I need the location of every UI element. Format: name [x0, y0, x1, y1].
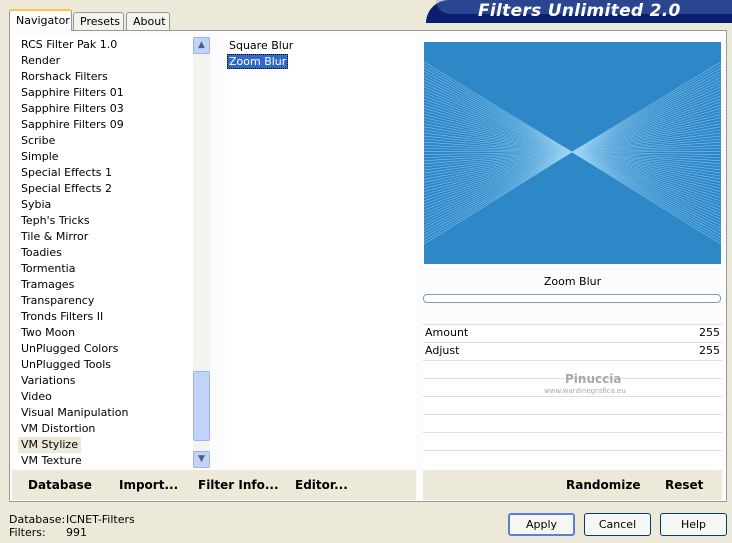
category-item[interactable]: Sapphire Filters 01 — [18, 85, 127, 101]
cancel-button[interactable]: Cancel — [584, 513, 651, 536]
filter-item[interactable]: Zoom Blur — [227, 54, 289, 69]
param-label: Amount — [425, 326, 469, 339]
database-button[interactable]: Database — [28, 478, 92, 492]
progress-bar — [423, 294, 721, 303]
category-item[interactable]: Tormentia — [18, 261, 78, 277]
category-list[interactable]: RCS Filter Pak 1.0 Render Rorshack Filters… — [15, 37, 193, 468]
scroll-up-button[interactable]: ▲ — [193, 37, 210, 54]
param-row-amount[interactable]: Amount 255 — [423, 325, 722, 343]
tab-about[interactable]: About — [126, 12, 170, 30]
category-item[interactable]: Special Effects 1 — [18, 165, 115, 181]
filter-info-button[interactable]: Filter Info... — [198, 478, 279, 492]
category-item[interactable]: Sybia — [18, 197, 54, 213]
category-item[interactable]: Tronds Filters II — [18, 309, 106, 325]
category-item[interactable]: Tramages — [18, 277, 77, 293]
category-item[interactable]: Variations — [18, 373, 79, 389]
filter-item[interactable]: Square Blur — [227, 38, 295, 53]
category-item[interactable]: Tile & Mirror — [18, 229, 91, 245]
category-item[interactable]: Visual Manipulation — [18, 405, 131, 421]
filter-name-label: Zoom Blur — [543, 275, 602, 288]
tab-navigator[interactable]: Navigator — [9, 9, 72, 31]
watermark-site: www.wardinegrafica.eu — [544, 387, 626, 395]
editor-button[interactable]: Editor... — [295, 478, 348, 492]
filter-list[interactable]: Square Blur Zoom Blur — [225, 37, 416, 468]
category-item[interactable]: Sapphire Filters 03 — [18, 101, 127, 117]
param-row-empty — [423, 433, 722, 451]
scroll-down-button[interactable]: ▼ — [193, 451, 210, 468]
category-item[interactable]: VM Distortion — [18, 421, 98, 437]
category-item[interactable]: Sapphire Filters 09 — [18, 117, 127, 133]
param-row-empty — [423, 415, 722, 433]
status-database-value: ICNET-Filters — [66, 513, 135, 526]
category-item[interactable]: Special Effects 2 — [18, 181, 115, 197]
app-title: Filters Unlimited 2.0 — [478, 1, 681, 21]
category-item[interactable]: RCS Filter Pak 1.0 — [18, 37, 120, 53]
category-item[interactable]: Two Moon — [18, 325, 78, 341]
reset-button[interactable]: Reset — [665, 478, 703, 492]
apply-button[interactable]: Apply — [508, 513, 575, 536]
category-item[interactable]: Teph's Tricks — [18, 213, 93, 229]
status-filters-label: Filters: — [9, 526, 46, 539]
category-item[interactable]: UnPlugged Tools — [18, 357, 114, 373]
category-item[interactable]: Simple — [18, 149, 62, 165]
category-item[interactable]: Scribe — [18, 133, 58, 149]
category-item[interactable]: Transparency — [18, 293, 97, 309]
param-label: Adjust — [425, 344, 460, 357]
watermark-name: Pinuccia — [565, 372, 622, 386]
tab-presets[interactable]: Presets — [73, 12, 124, 30]
status-filters-value: 991 — [66, 526, 87, 539]
param-row-empty — [423, 397, 722, 415]
status-database-label: Database: — [9, 513, 66, 526]
param-row-empty — [423, 451, 722, 468]
category-item[interactable]: Rorshack Filters — [18, 69, 111, 85]
param-value: 255 — [699, 344, 720, 357]
category-item[interactable]: Toadies — [18, 245, 65, 261]
import-button[interactable]: Import... — [119, 478, 178, 492]
category-item[interactable]: UnPlugged Colors — [18, 341, 121, 357]
category-item[interactable]: VM Stylize — [18, 437, 81, 453]
category-item[interactable]: VM Texture — [18, 453, 85, 468]
category-item[interactable]: Render — [18, 53, 63, 69]
randomize-button[interactable]: Randomize — [566, 478, 640, 492]
param-row-adjust[interactable]: Adjust 255 — [423, 343, 722, 361]
scroll-thumb[interactable] — [193, 371, 210, 441]
category-scrollbar[interactable]: ▲ ▼ — [193, 37, 210, 468]
param-value: 255 — [699, 326, 720, 339]
help-button[interactable]: Help — [660, 513, 727, 536]
preview-image — [424, 42, 721, 264]
category-item[interactable]: Video — [18, 389, 55, 405]
